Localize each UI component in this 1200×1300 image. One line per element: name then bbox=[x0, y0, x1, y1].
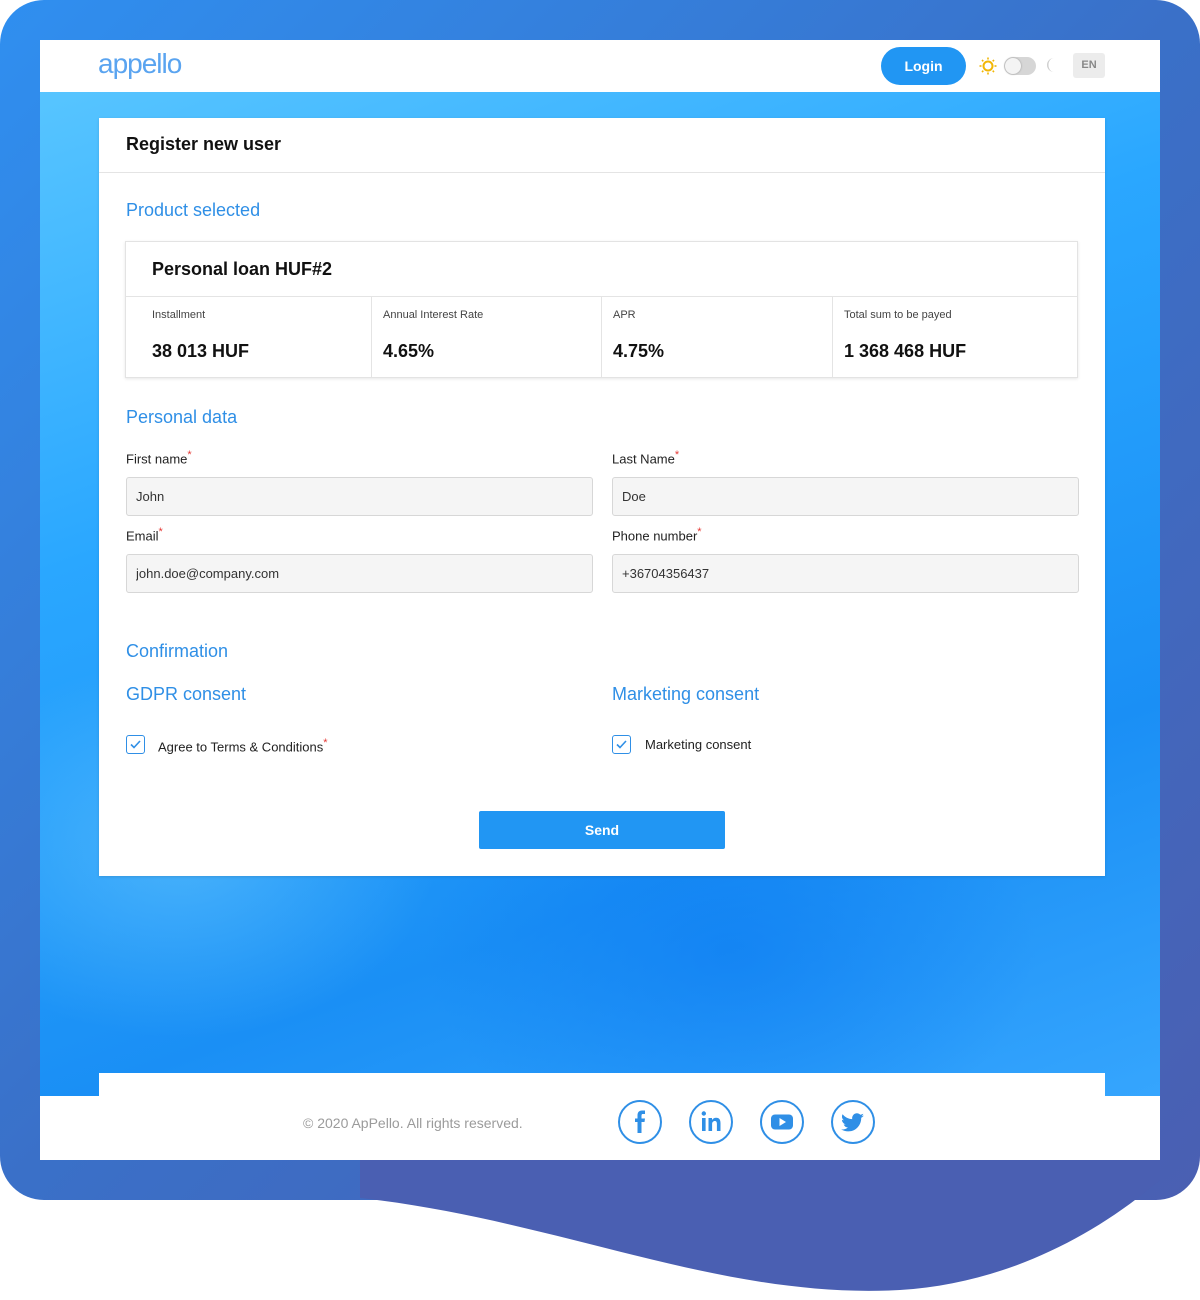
phone-label: Phone number* bbox=[612, 526, 702, 543]
metric-value: 4.65% bbox=[383, 341, 435, 361]
check-icon bbox=[130, 740, 141, 749]
theme-toggle[interactable] bbox=[1004, 57, 1036, 75]
required-marker: * bbox=[697, 526, 702, 538]
gdpr-label-text: Agree to Terms & Conditions bbox=[158, 739, 324, 755]
youtube-icon[interactable] bbox=[760, 1100, 804, 1144]
required-marker: * bbox=[187, 449, 192, 461]
email-label-text: Email bbox=[126, 528, 159, 544]
product-section-title: Product selected bbox=[126, 200, 261, 220]
send-button[interactable]: Send bbox=[479, 811, 725, 849]
metric-label: Total sum to be payed bbox=[844, 309, 952, 321]
phone-label-text: Phone number bbox=[612, 528, 698, 544]
first-name-input[interactable] bbox=[126, 477, 593, 516]
required-marker: * bbox=[158, 526, 163, 538]
product-name: Personal loan HUF#2 bbox=[152, 259, 333, 279]
required-marker: * bbox=[674, 449, 680, 461]
app-screen: appello Login EN Register new user Produ… bbox=[40, 40, 1160, 1160]
twitter-icon[interactable] bbox=[831, 1100, 875, 1144]
register-form-card: Register new user Product selected Perso… bbox=[99, 118, 1105, 876]
linkedin-glyph bbox=[701, 1111, 721, 1131]
login-button[interactable]: Login bbox=[881, 47, 966, 85]
metric-value: 4.75% bbox=[613, 341, 665, 361]
metric-value: 38 013 HUF bbox=[152, 341, 250, 361]
facebook-glyph bbox=[635, 1110, 645, 1133]
phone-input[interactable] bbox=[612, 554, 1079, 593]
email-input[interactable] bbox=[126, 554, 593, 593]
last-name-label-text: Last Name bbox=[612, 451, 675, 467]
gdpr-checkbox-label: Agree to Terms & Conditions* bbox=[158, 737, 328, 754]
twitter-glyph bbox=[841, 1113, 864, 1132]
language-selector[interactable]: EN bbox=[1073, 53, 1105, 78]
email-label: Email* bbox=[126, 526, 163, 543]
check-icon bbox=[616, 740, 627, 749]
metric-label: Annual Interest Rate bbox=[383, 309, 484, 321]
appello-logo[interactable]: appello bbox=[98, 48, 182, 80]
marketing-checkbox-label: Marketing consent bbox=[645, 737, 752, 752]
last-name-label: Last Name* bbox=[612, 449, 679, 466]
metric-value: 1 368 468 HUF bbox=[844, 341, 967, 361]
moon-icon bbox=[1047, 58, 1054, 72]
metric-label: APR bbox=[613, 309, 636, 321]
gdpr-consent-title: GDPR consent bbox=[126, 684, 247, 704]
metric-total-sum: Total sum to be payed 1 368 468 HUF bbox=[832, 297, 1077, 377]
device-mockup: appello Login EN Register new user Produ… bbox=[0, 0, 1200, 1300]
product-summary: Personal loan HUF#2 Installment 38 013 H… bbox=[125, 241, 1078, 378]
top-navigation-bar: appello Login EN bbox=[40, 40, 1160, 92]
personal-data-section-title: Personal data bbox=[126, 407, 238, 427]
page-title: Register new user bbox=[126, 134, 282, 154]
marketing-consent-title: Marketing consent bbox=[612, 684, 760, 704]
metric-label: Installment bbox=[152, 309, 206, 321]
youtube-glyph bbox=[771, 1114, 793, 1130]
facebook-icon[interactable] bbox=[618, 1100, 662, 1144]
gdpr-checkbox[interactable] bbox=[126, 735, 145, 754]
footer: © 2020 ApPello. All rights reserved. bbox=[99, 1073, 1105, 1160]
metric-installment: Installment 38 013 HUF bbox=[126, 297, 371, 377]
required-marker: * bbox=[323, 737, 328, 749]
first-name-label: First name* bbox=[126, 449, 192, 466]
theme-toggle-knob bbox=[1005, 58, 1021, 74]
first-name-label-text: First name bbox=[126, 451, 188, 467]
metric-annual-interest-rate: Annual Interest Rate 4.65% bbox=[371, 297, 601, 377]
metric-apr: APR 4.75% bbox=[601, 297, 832, 377]
copyright-text: © 2020 ApPello. All rights reserved. bbox=[303, 1115, 523, 1131]
confirmation-section-title: Confirmation bbox=[126, 641, 229, 661]
linkedin-icon[interactable] bbox=[689, 1100, 733, 1144]
marketing-checkbox[interactable] bbox=[612, 735, 631, 754]
divider bbox=[99, 172, 1105, 173]
last-name-input[interactable] bbox=[612, 477, 1079, 516]
sun-icon bbox=[979, 57, 997, 75]
